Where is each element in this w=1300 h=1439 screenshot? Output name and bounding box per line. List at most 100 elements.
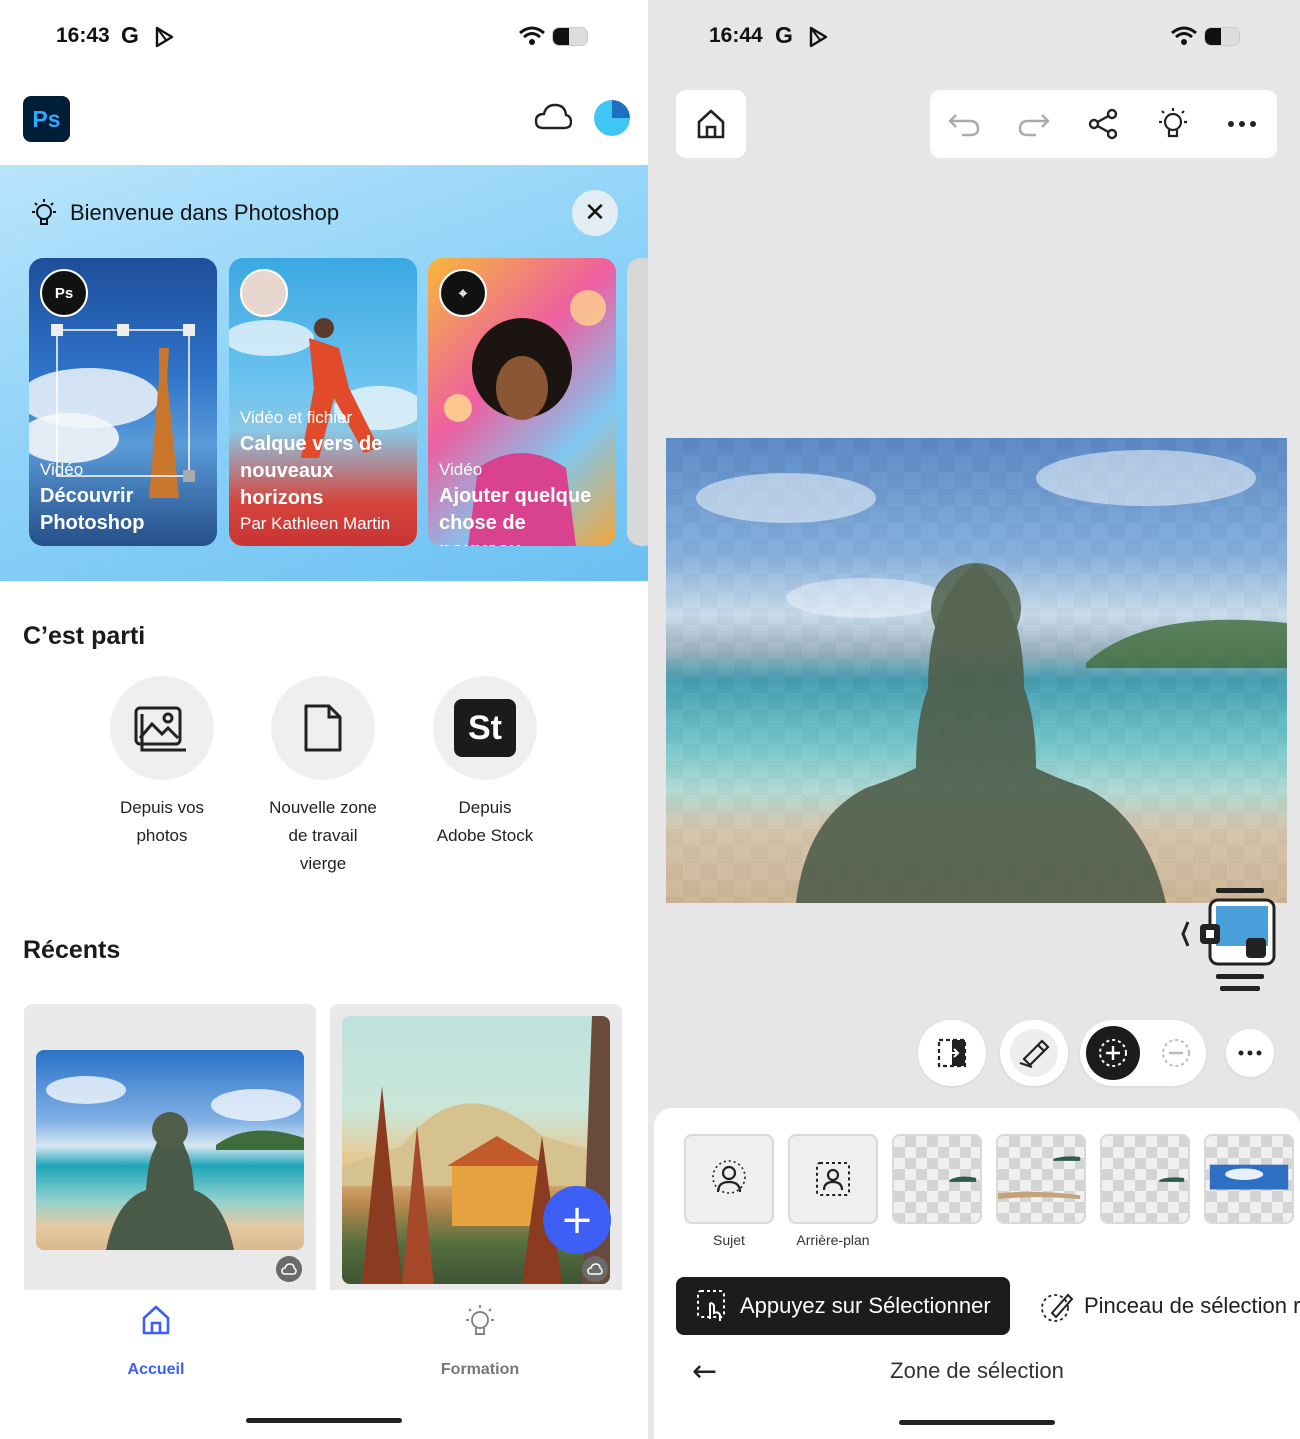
tutorial-card[interactable]: ⌖ Vidéo Ajouter quelque chose de nouveau: [428, 258, 616, 546]
home-icon: [697, 109, 725, 139]
card-title: nouveaux: [240, 460, 334, 482]
subtract-selection-button[interactable]: [1152, 1029, 1200, 1077]
cloud-icon[interactable]: [534, 100, 572, 134]
selection-brush-button[interactable]: Pinceau de sélection r: [1040, 1277, 1300, 1335]
card-kind: Vidéo: [40, 460, 84, 479]
battery-icon: [1204, 27, 1240, 46]
recent-thumbnail: [36, 1050, 304, 1250]
selection-sheet: Sujet Arrière-plan Appuyez sur Sélection…: [654, 1108, 1300, 1439]
card-title: chose de nouveau: [439, 512, 526, 546]
wifi-icon: [1171, 26, 1197, 45]
from-adobe-stock-button[interactable]: St Depuis Adobe Stock: [405, 676, 565, 850]
card-title: Calque vers de: [240, 433, 383, 455]
status-time: 16:43: [56, 24, 110, 47]
add-selection-icon: [1099, 1039, 1127, 1067]
more-options-button[interactable]: [1224, 107, 1260, 141]
brush-tool-button[interactable]: [1000, 1020, 1068, 1086]
card-title: horizons: [240, 487, 324, 509]
more-selection-options-button[interactable]: [1226, 1029, 1274, 1077]
nav-learn[interactable]: Formation: [400, 1304, 560, 1379]
editor-screen: 16:44 G Sujet Arrière-plan Appuyez sur S…: [654, 0, 1300, 1439]
wifi-icon: [519, 26, 545, 45]
add-subtract-selection: [1080, 1020, 1206, 1086]
layers-panel-toggle[interactable]: [1176, 886, 1286, 996]
subject-icon: [712, 1160, 746, 1194]
select-background-tile[interactable]: [788, 1134, 878, 1224]
tutorial-card[interactable]: [627, 258, 648, 546]
bottom-navigation: Accueil Formation: [0, 1290, 648, 1439]
avatar[interactable]: [594, 100, 630, 136]
new-document-icon: [304, 704, 342, 752]
redo-icon: [1018, 114, 1050, 137]
action-label: Adobe Stock: [436, 826, 534, 845]
selection-brush-icon: [1041, 1293, 1074, 1322]
selection-preset-tile[interactable]: [996, 1134, 1086, 1224]
layers-icon: [1181, 888, 1276, 991]
action-label: Nouvelle zone: [269, 798, 377, 817]
tile-label: Sujet: [713, 1232, 745, 1248]
editor-toolbar: [930, 90, 1277, 158]
status-bar: 16:43 G: [0, 20, 648, 54]
home-indicator: [899, 1420, 1055, 1425]
nav-learn-label: Formation: [440, 1361, 520, 1378]
tap-to-select-button[interactable]: Appuyez sur Sélectionner: [676, 1277, 1010, 1335]
preset-thumbnail: [998, 1156, 1081, 1200]
action-label: de travail: [288, 826, 358, 845]
photoshop-logo: Ps: [23, 96, 70, 142]
home-button[interactable]: [676, 90, 746, 158]
cloud-sync-icon: [276, 1256, 302, 1282]
tile-label: Arrière-plan: [796, 1232, 870, 1248]
adobe-stock-logo: St: [454, 699, 516, 757]
undo-icon: [948, 114, 980, 137]
card-title: Ajouter quelque: [439, 485, 592, 507]
photos-icon: [134, 706, 186, 752]
undo-button[interactable]: [946, 107, 982, 141]
nav-home[interactable]: Accueil: [76, 1304, 236, 1379]
selection-brush-label: Pinceau de sélection r: [1084, 1293, 1300, 1318]
swap-selection-icon: [928, 1029, 976, 1077]
battery-icon: [552, 27, 588, 46]
cloud-sync-icon: [582, 1256, 608, 1282]
selection-preset-tile[interactable]: [1204, 1134, 1294, 1224]
tutorial-card[interactable]: Ps Vidéo Découvrir Photoshop: [29, 258, 217, 546]
image-canvas[interactable]: [666, 438, 1287, 903]
card-title: Photoshop: [40, 512, 145, 534]
tap-select-icon: [697, 1290, 725, 1321]
action-label: photos: [136, 826, 188, 845]
from-photos-button[interactable]: Depuis vos photos: [82, 676, 242, 850]
lightbulb-icon: [32, 199, 56, 225]
google-icon: G: [121, 22, 139, 48]
create-new-button[interactable]: +: [543, 1186, 611, 1254]
recent-document[interactable]: [24, 1004, 316, 1294]
selection-swap-button[interactable]: [918, 1020, 986, 1086]
scene-overlay: [696, 450, 1287, 903]
card-kind: Vidéo: [439, 460, 483, 479]
selection-preset-tile[interactable]: [892, 1134, 982, 1224]
tap-select-label: Appuyez sur Sélectionner: [740, 1293, 991, 1318]
section-title-start: C’est parti: [23, 622, 146, 650]
tutorial-card[interactable]: Vidéo et fichier Calque vers de nouveaux…: [229, 258, 417, 546]
more-icon: [1228, 121, 1256, 127]
close-icon: ✕: [584, 198, 606, 228]
section-title-recents: Récents: [23, 936, 121, 964]
share-icon: [1088, 108, 1118, 140]
google-icon: G: [775, 22, 793, 48]
lightbulb-icon: [466, 1305, 494, 1335]
selection-preset-tile[interactable]: [1100, 1134, 1190, 1224]
close-banner-button[interactable]: ✕: [572, 190, 618, 236]
redo-button[interactable]: [1016, 107, 1052, 141]
new-blank-canvas-button[interactable]: Nouvelle zone de travail vierge: [243, 676, 403, 878]
home-icon: [142, 1305, 170, 1335]
select-subject-tile[interactable]: [684, 1134, 774, 1224]
share-button[interactable]: [1085, 107, 1121, 141]
add-selection-button[interactable]: [1086, 1026, 1140, 1080]
preset-thumbnail: [1159, 1177, 1185, 1182]
lightbulb-icon: [1159, 108, 1187, 138]
buddha-image: [46, 1076, 304, 1250]
banner-title: Bienvenue dans Photoshop: [70, 200, 340, 225]
subtract-selection-icon: [1162, 1039, 1190, 1067]
action-label: Depuis vos: [119, 798, 205, 817]
play-store-icon: [155, 26, 174, 48]
tips-button[interactable]: [1155, 107, 1191, 141]
background-icon: [816, 1162, 850, 1196]
